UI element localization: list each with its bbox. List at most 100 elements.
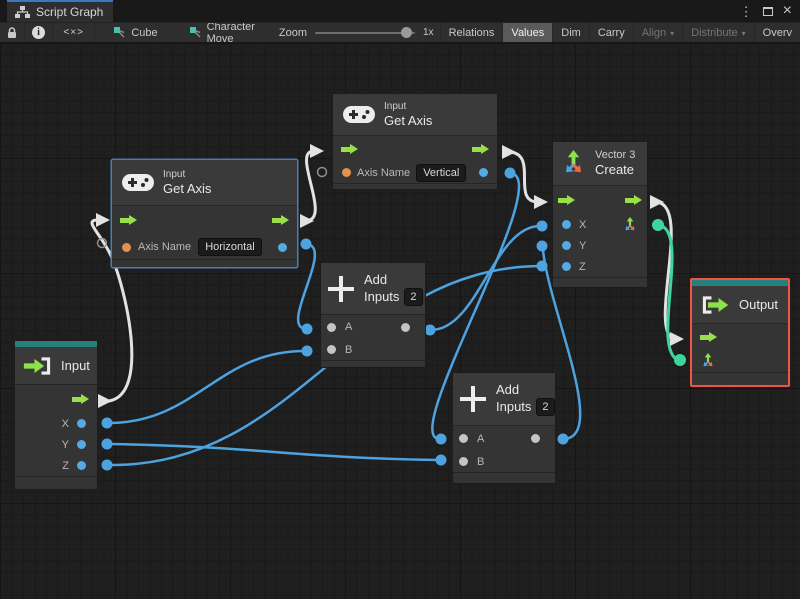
vector3-input-port[interactable]	[700, 353, 716, 369]
value-endpoint[interactable]	[300, 238, 312, 250]
value-endpoint[interactable]	[301, 323, 313, 335]
value-endpoint[interactable]	[536, 220, 548, 232]
breadcrumb-graph-cube[interactable]: Cube	[103, 23, 167, 42]
output-unit-icon	[700, 295, 730, 315]
maximize-icon[interactable]	[762, 6, 773, 16]
node-header[interactable]: Vector 3 Create	[553, 142, 647, 186]
flow-out-port[interactable]	[472, 143, 489, 155]
node-title: Vector 3 Create	[595, 149, 636, 177]
value-endpoint[interactable]	[504, 167, 516, 179]
overview-button[interactable]: Overv	[753, 23, 800, 42]
lock-button[interactable]	[0, 23, 25, 42]
node-footer	[112, 259, 297, 267]
node-get-axis-horizontal[interactable]: Input Get Axis Axis Name Horizontal	[111, 159, 298, 268]
float-output-port[interactable]	[278, 242, 287, 252]
flow-in-port[interactable]	[558, 194, 575, 206]
z-input-port[interactable]	[562, 262, 571, 271]
flow-port-source-getaxis-v[interactable]	[502, 145, 516, 159]
string-input-port[interactable]	[122, 242, 131, 252]
script-graph-window: Script Graph ⋮ × i <×> Cube Character Mo…	[0, 0, 800, 599]
flow-out-port[interactable]	[72, 393, 89, 405]
flow-port-dest-output[interactable]	[670, 332, 684, 346]
value-input-port-a[interactable]	[327, 322, 336, 332]
node-header[interactable]: Output	[692, 286, 788, 324]
x-output-port[interactable]	[77, 419, 86, 428]
x-input-port[interactable]	[562, 220, 571, 229]
close-icon[interactable]: ×	[783, 3, 792, 19]
node-title: Add Inputs 2	[364, 272, 423, 306]
zoom-label: Zoom	[278, 26, 307, 39]
value-input-port-b[interactable]	[327, 345, 336, 354]
value-input-port-b[interactable]	[459, 457, 468, 466]
node-vector3-create[interactable]: Vector 3 Create X Y Z	[552, 141, 648, 288]
node-get-axis-vertical[interactable]: Input Get Axis Axis Name Vertical	[332, 93, 498, 190]
align-dropdown[interactable]: Align ▾	[632, 23, 682, 42]
axis-name-field[interactable]: Horizontal	[198, 238, 262, 256]
flow-out-port[interactable]	[272, 215, 289, 226]
value-endpoint[interactable]	[301, 345, 313, 357]
node-add-1[interactable]: Add Inputs 2 A B	[320, 262, 426, 368]
flow-in-port[interactable]	[700, 331, 717, 343]
vector-endpoint[interactable]	[674, 354, 686, 366]
tab-script-graph[interactable]: Script Graph	[7, 0, 113, 22]
wire-value-add1-to-vector3-x[interactable]	[430, 224, 541, 332]
info-button[interactable]: i	[25, 23, 53, 42]
value-input-port-a[interactable]	[459, 434, 468, 443]
code-preview-button[interactable]: <×>	[53, 23, 96, 42]
y-input-port[interactable]	[562, 241, 571, 250]
value-endpoint[interactable]	[101, 438, 113, 450]
zoom-slider-handle[interactable]	[401, 26, 412, 38]
flow-port-source-getaxis-h[interactable]	[300, 214, 314, 228]
flow-out-port[interactable]	[625, 194, 642, 206]
flow-port-source-input[interactable]	[98, 394, 112, 408]
vector3-icon	[560, 150, 587, 177]
float-output-port[interactable]	[479, 168, 488, 177]
flow-port-dest-getaxis-v[interactable]	[310, 144, 324, 158]
vector3-output-port[interactable]	[622, 216, 638, 233]
node-input-unit[interactable]: Input X Y Z	[14, 340, 98, 490]
y-output-port[interactable]	[77, 440, 86, 449]
dim-button[interactable]: Dim	[552, 23, 589, 42]
node-header[interactable]: Add Inputs 2	[321, 263, 425, 315]
relations-button[interactable]: Relations	[439, 23, 503, 42]
flow-port-dest-vector3[interactable]	[534, 195, 548, 209]
unconnected-port-indicator[interactable]	[316, 166, 328, 178]
inputs-count-field[interactable]: 2	[404, 287, 423, 306]
sum-output-port[interactable]	[401, 322, 410, 332]
vector-endpoint[interactable]	[652, 219, 664, 231]
wire-flow-getaxis-h-to-getaxis-v[interactable]	[304, 149, 317, 223]
graph-canvas[interactable]: Input Get Axis Axis Name Horizontal Inpu…	[0, 43, 800, 599]
node-header[interactable]: Input Get Axis	[112, 160, 297, 206]
axis-name-field[interactable]: Vertical	[416, 163, 467, 182]
wire-value-getaxis-h-to-add1-a[interactable]	[296, 242, 317, 331]
menu-kebab-icon[interactable]: ⋮	[740, 5, 753, 18]
value-endpoint[interactable]	[101, 417, 113, 429]
node-header[interactable]: Input	[15, 347, 97, 385]
value-endpoint[interactable]	[536, 240, 548, 252]
wire-value-input-x-to-add1-b[interactable]	[106, 349, 307, 425]
value-endpoint[interactable]	[536, 260, 548, 272]
flow-in-port[interactable]	[341, 143, 358, 155]
flow-port-source-vector3[interactable]	[650, 195, 664, 209]
value-endpoint[interactable]	[424, 324, 436, 336]
z-output-port[interactable]	[77, 461, 86, 470]
breadcrumb-graph-character-move[interactable]: Character Move	[179, 23, 265, 42]
flow-port-dest-getaxis-h[interactable]	[96, 213, 110, 227]
zoom-slider[interactable]	[315, 26, 415, 38]
node-add-2[interactable]: Add Inputs 2 A B	[452, 372, 556, 484]
flow-in-port[interactable]	[120, 215, 137, 226]
node-output-unit[interactable]: Output	[690, 278, 790, 387]
values-button[interactable]: Values	[502, 23, 553, 42]
sum-output-port[interactable]	[531, 434, 540, 443]
carry-button[interactable]: Carry	[588, 23, 633, 42]
node-header[interactable]: Input Get Axis	[333, 94, 497, 136]
value-endpoint[interactable]	[435, 454, 447, 466]
wire-value-input-y-to-add2-b[interactable]	[106, 442, 441, 462]
distribute-dropdown[interactable]: Distribute ▾	[682, 23, 753, 42]
node-header[interactable]: Add Inputs 2	[453, 373, 555, 426]
string-input-port[interactable]	[342, 168, 351, 177]
value-endpoint[interactable]	[435, 433, 447, 445]
value-endpoint[interactable]	[101, 459, 113, 471]
value-endpoint[interactable]	[557, 433, 569, 445]
inputs-count-field[interactable]: 2	[536, 398, 555, 416]
